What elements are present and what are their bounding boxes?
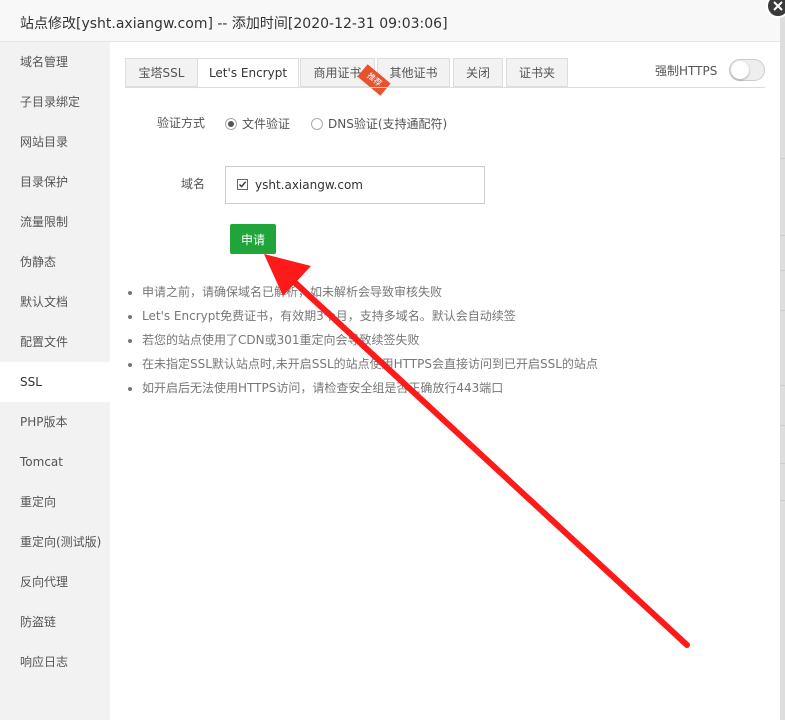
radio-dns-label: DNS验证(支持通配符): [328, 117, 448, 131]
radio-file-label: 文件验证: [242, 117, 291, 131]
list-item: 若您的站点使用了CDN或301重定向会导致续签失败: [142, 328, 598, 352]
domain-checkbox[interactable]: [237, 179, 248, 190]
sidebar-item-rewrite[interactable]: 伪静态: [0, 242, 110, 282]
ssl-panel: 宝塔SSL Let's Encrypt 商用证书 其他证书 关闭 证书夹 推荐 …: [110, 42, 780, 720]
sidebar-item-traffic-limit[interactable]: 流量限制: [0, 202, 110, 242]
sidebar-item-subdir[interactable]: 子目录绑定: [0, 82, 110, 122]
notes-list: 申请之前，请确保域名已解析，如未解析会导致审核失败 Let's Encrypt免…: [120, 280, 598, 400]
tabs-divider: [125, 87, 765, 88]
apply-button[interactable]: 申请: [230, 224, 276, 254]
domain-name: ysht.axiangw.com: [255, 178, 363, 192]
sidebar-item-config-file[interactable]: 配置文件: [0, 322, 110, 362]
sidebar-item-domain[interactable]: 域名管理: [0, 42, 110, 82]
radio-file[interactable]: [225, 118, 237, 130]
site-edit-dialog: 站点修改[ysht.axiangw.com] -- 添加时间[2020-12-3…: [0, 0, 780, 720]
tab-cert-folder[interactable]: 证书夹: [506, 58, 568, 87]
sidebar-item-redirect[interactable]: 重定向: [0, 482, 110, 522]
sidebar-item-response-log[interactable]: 响应日志: [0, 642, 110, 682]
radio-dns-option[interactable]: DNS验证(支持通配符): [311, 115, 447, 132]
sidebar-item-dir-protect[interactable]: 目录保护: [0, 162, 110, 202]
sidebar-item-site-dir[interactable]: 网站目录: [0, 122, 110, 162]
toggle-knob: [731, 61, 749, 79]
list-item: 如开启后无法使用HTTPS访问，请检查安全组是否正确放行443端口: [142, 376, 598, 400]
dialog-title: 站点修改[ysht.axiangw.com] -- 添加时间[2020-12-3…: [20, 16, 448, 32]
list-item: 在未指定SSL默认站点时,未开启SSL的站点使用HTTPS会直接访问到已开启SS…: [142, 352, 598, 376]
sidebar-item-hotlink[interactable]: 防盗链: [0, 602, 110, 642]
sidebar: 域名管理 子目录绑定 网站目录 目录保护 流量限制 伪静态 默认文档 配置文件 …: [0, 42, 110, 720]
sidebar-item-ssl[interactable]: SSL: [0, 362, 110, 402]
sidebar-item-tomcat[interactable]: Tomcat: [0, 442, 110, 482]
tab-close[interactable]: 关闭: [453, 58, 503, 87]
radio-dns[interactable]: [311, 118, 323, 130]
sidebar-item-php-version[interactable]: PHP版本: [0, 402, 110, 442]
sidebar-item-reverse-proxy[interactable]: 反向代理: [0, 562, 110, 602]
force-https-label: 强制HTTPS: [655, 64, 718, 78]
tab-lets-encrypt[interactable]: Let's Encrypt: [197, 58, 299, 89]
sidebar-item-redirect-beta[interactable]: 重定向(测试版): [0, 522, 110, 562]
list-item: 申请之前，请确保域名已解析，如未解析会导致审核失败: [142, 280, 598, 304]
list-item: Let's Encrypt免费证书，有效期3个月，支持多域名。默认会自动续签: [142, 304, 598, 328]
domain-list-box: ysht.axiangw.com: [225, 166, 485, 204]
dialog-titlebar[interactable]: 站点修改[ysht.axiangw.com] -- 添加时间[2020-12-3…: [0, 0, 780, 42]
sidebar-item-default-doc[interactable]: 默认文档: [0, 282, 110, 322]
background-window-edge: [780, 0, 785, 720]
tab-bt-ssl[interactable]: 宝塔SSL: [125, 58, 198, 87]
force-https-toggle[interactable]: [729, 59, 765, 81]
verify-method-label: 验证方式: [157, 116, 206, 130]
domain-label: 域名: [181, 177, 206, 191]
close-icon: [773, 1, 783, 11]
radio-file-option[interactable]: 文件验证: [225, 115, 290, 132]
